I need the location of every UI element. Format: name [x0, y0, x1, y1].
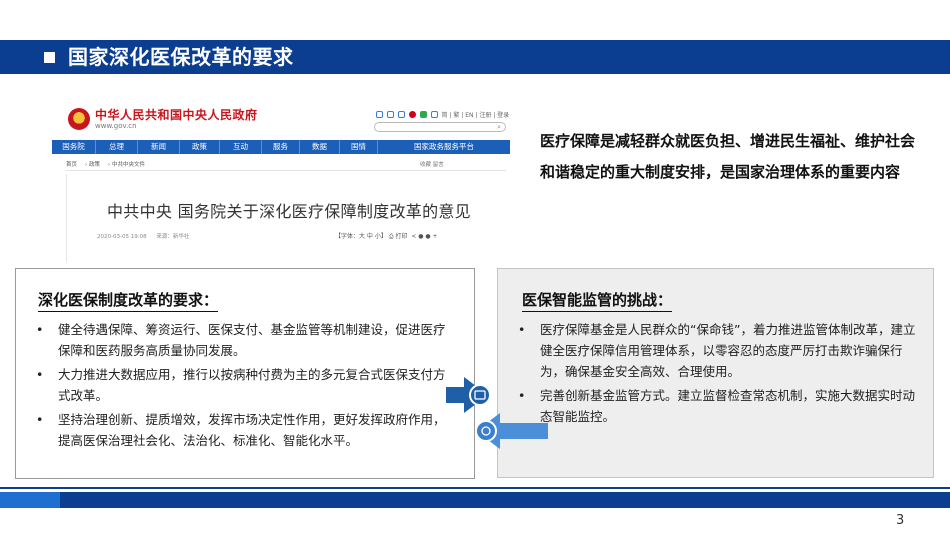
breadcrumb-item[interactable]: 中共中央文件 [112, 162, 145, 168]
gov-nav-item[interactable]: 国情 [340, 140, 378, 154]
wechat-icon[interactable] [419, 111, 427, 118]
mail-icon[interactable] [376, 111, 383, 118]
footer-stripe [0, 487, 950, 489]
right-arrow-circle [469, 384, 491, 406]
slide-title: 国家深化医保改革的要求 [68, 45, 294, 69]
breadcrumb: 首页 › 政策 › 中共中央文件 [66, 162, 145, 168]
share-icon[interactable]: < ● ● + [409, 233, 437, 240]
list-item: • 健全待遇保障、筹资运行、医保支付、基金监管等机制建设，促进医疗保障和医药服务高… [34, 319, 454, 361]
list-item-text: 健全待遇保障、筹资运行、医保支付、基金监管等机制建设，促进医疗保障和医药服务高质… [58, 322, 446, 358]
gov-logo-name: 中华人民共和国中央人民政府 [95, 108, 258, 122]
intro-paragraph: 医疗保障是减轻群众就医负担、增进民生福祉、维护社会和谐稳定的重大制度安排，是国家… [540, 132, 916, 181]
gov-nav-item[interactable]: 数据 [300, 140, 340, 154]
reform-requirements-list: • 健全待遇保障、筹资运行、医保支付、基金监管等机制建设，促进医疗保障和医药服务高… [34, 319, 454, 454]
exchange-arrows-icon [446, 377, 548, 449]
gov-utility-links[interactable]: 简 | 繁 | EN | 注册 | 登录 [376, 110, 509, 119]
breadcrumb-item[interactable]: 首页 [66, 162, 77, 168]
supervision-challenges-box: 医保智能监管的挑战： • 医疗保障基金是人民群众的“保命钱”，着力推进监管体制改革… [497, 268, 934, 478]
accessibility-icon[interactable] [386, 111, 394, 118]
list-item-text: 完善创新基金监管方式。建立监督检查常态机制，实施大数据实时动态智能监控。 [540, 388, 916, 424]
gov-logo-url: www.gov.cn [95, 122, 137, 130]
footer-accent [0, 492, 60, 508]
article-source: 来源：新华社 [156, 234, 190, 240]
divider [66, 170, 506, 171]
page-number: 3 [896, 513, 905, 528]
article-tools: 【字体：大 中 小】 ⎙ 打印 < ● ● + [335, 231, 438, 241]
national-emblem-icon [68, 108, 90, 130]
footer-band [0, 492, 950, 508]
gov-nav-item[interactable]: 新闻 [138, 140, 180, 154]
list-item: • 大力推进大数据应用，推行以按病种付费为主的多元复合式医保支付方式改革。 [34, 364, 454, 406]
list-item-text: 坚持治理创新、提质增效，发挥市场决定性作用，更好发挥政府作用，提高医保治理社会化… [58, 412, 446, 448]
print-icon[interactable]: ⎙ [389, 233, 394, 240]
gov-nav-bar: 国务院 总理 新闻 政策 互动 服务 数据 国情 国家政务服务平台 [52, 140, 510, 154]
title-bar: 国家深化医保改革的要求 [0, 40, 950, 74]
reform-requirements-heading: 深化医保制度改革的要求： [38, 289, 219, 312]
supervision-challenges-heading: 医保智能监管的挑战： [522, 289, 673, 312]
list-item: • 完善创新基金监管方式。建立监督检查常态机制，实施大数据实时动态智能监控。 [516, 385, 916, 427]
bullet-icon: • [36, 412, 44, 427]
left-arrow-circle [475, 420, 497, 442]
search-icon[interactable]: ⌕ [497, 123, 501, 131]
gov-search-input[interactable]: ⌕ [374, 122, 506, 132]
list-item: • 坚持治理创新、提质增效，发挥市场决定性作用，更好发挥政府作用，提高医保治理社会… [34, 409, 454, 451]
app-icon[interactable] [430, 111, 438, 118]
reform-requirements-box: 深化医保制度改革的要求： • 健全待遇保障、筹资运行、医保支付、基金监管等机制建设… [15, 268, 475, 479]
gov-nav-item[interactable]: 服务 [262, 140, 300, 154]
list-item-text: 医疗保障基金是人民群众的“保命钱”，着力推进监管体制改革，建立健全医疗保障信用管… [540, 322, 916, 379]
bullet-icon: • [518, 322, 526, 337]
article-date: 2020-03-05 19:08 [97, 234, 147, 240]
gov-nav-item[interactable]: 总理 [96, 140, 138, 154]
list-item-text: 大力推进大数据应用，推行以按病种付费为主的多元复合式医保支付方式改革。 [58, 367, 446, 403]
gov-nav-item[interactable]: 国家政务服务平台 [378, 140, 510, 154]
list-item: • 医疗保障基金是人民群众的“保命钱”，着力推进监管体制改革，建立健全医疗保障信用… [516, 319, 916, 382]
article-title: 中共中央 国务院关于深化医疗保障制度改革的意见 [107, 202, 471, 221]
title-square-icon [44, 52, 55, 63]
mobile-icon[interactable] [397, 111, 405, 118]
bullet-icon: • [36, 367, 44, 382]
breadcrumb-item[interactable]: 政策 [89, 162, 100, 168]
language-links[interactable]: 简 | 繁 | EN | 注册 | 登录 [442, 112, 510, 119]
gov-nav-item[interactable]: 国务院 [52, 140, 96, 154]
gov-nav-item[interactable]: 政策 [180, 140, 220, 154]
gov-article: 中共中央 国务院关于深化医疗保障制度改革的意见 2020-03-05 19:08… [66, 174, 506, 262]
gov-nav-item[interactable]: 互动 [220, 140, 262, 154]
print-link[interactable]: 打印 [395, 233, 407, 240]
weibo-icon[interactable] [408, 111, 416, 118]
article-meta: 2020-03-05 19:08 来源：新华社 [97, 232, 197, 240]
gov-site-screenshot: 中华人民共和国中央人民政府 www.gov.cn 简 | 繁 | EN | 注册… [44, 96, 514, 262]
gov-page-tools[interactable]: 收藏 留言 [420, 160, 444, 168]
supervision-challenges-list: • 医疗保障基金是人民群众的“保命钱”，着力推进监管体制改革，建立健全医疗保障信用… [516, 319, 916, 430]
font-size-control[interactable]: 【字体：大 中 小】 [335, 233, 387, 240]
bullet-icon: • [36, 322, 44, 337]
